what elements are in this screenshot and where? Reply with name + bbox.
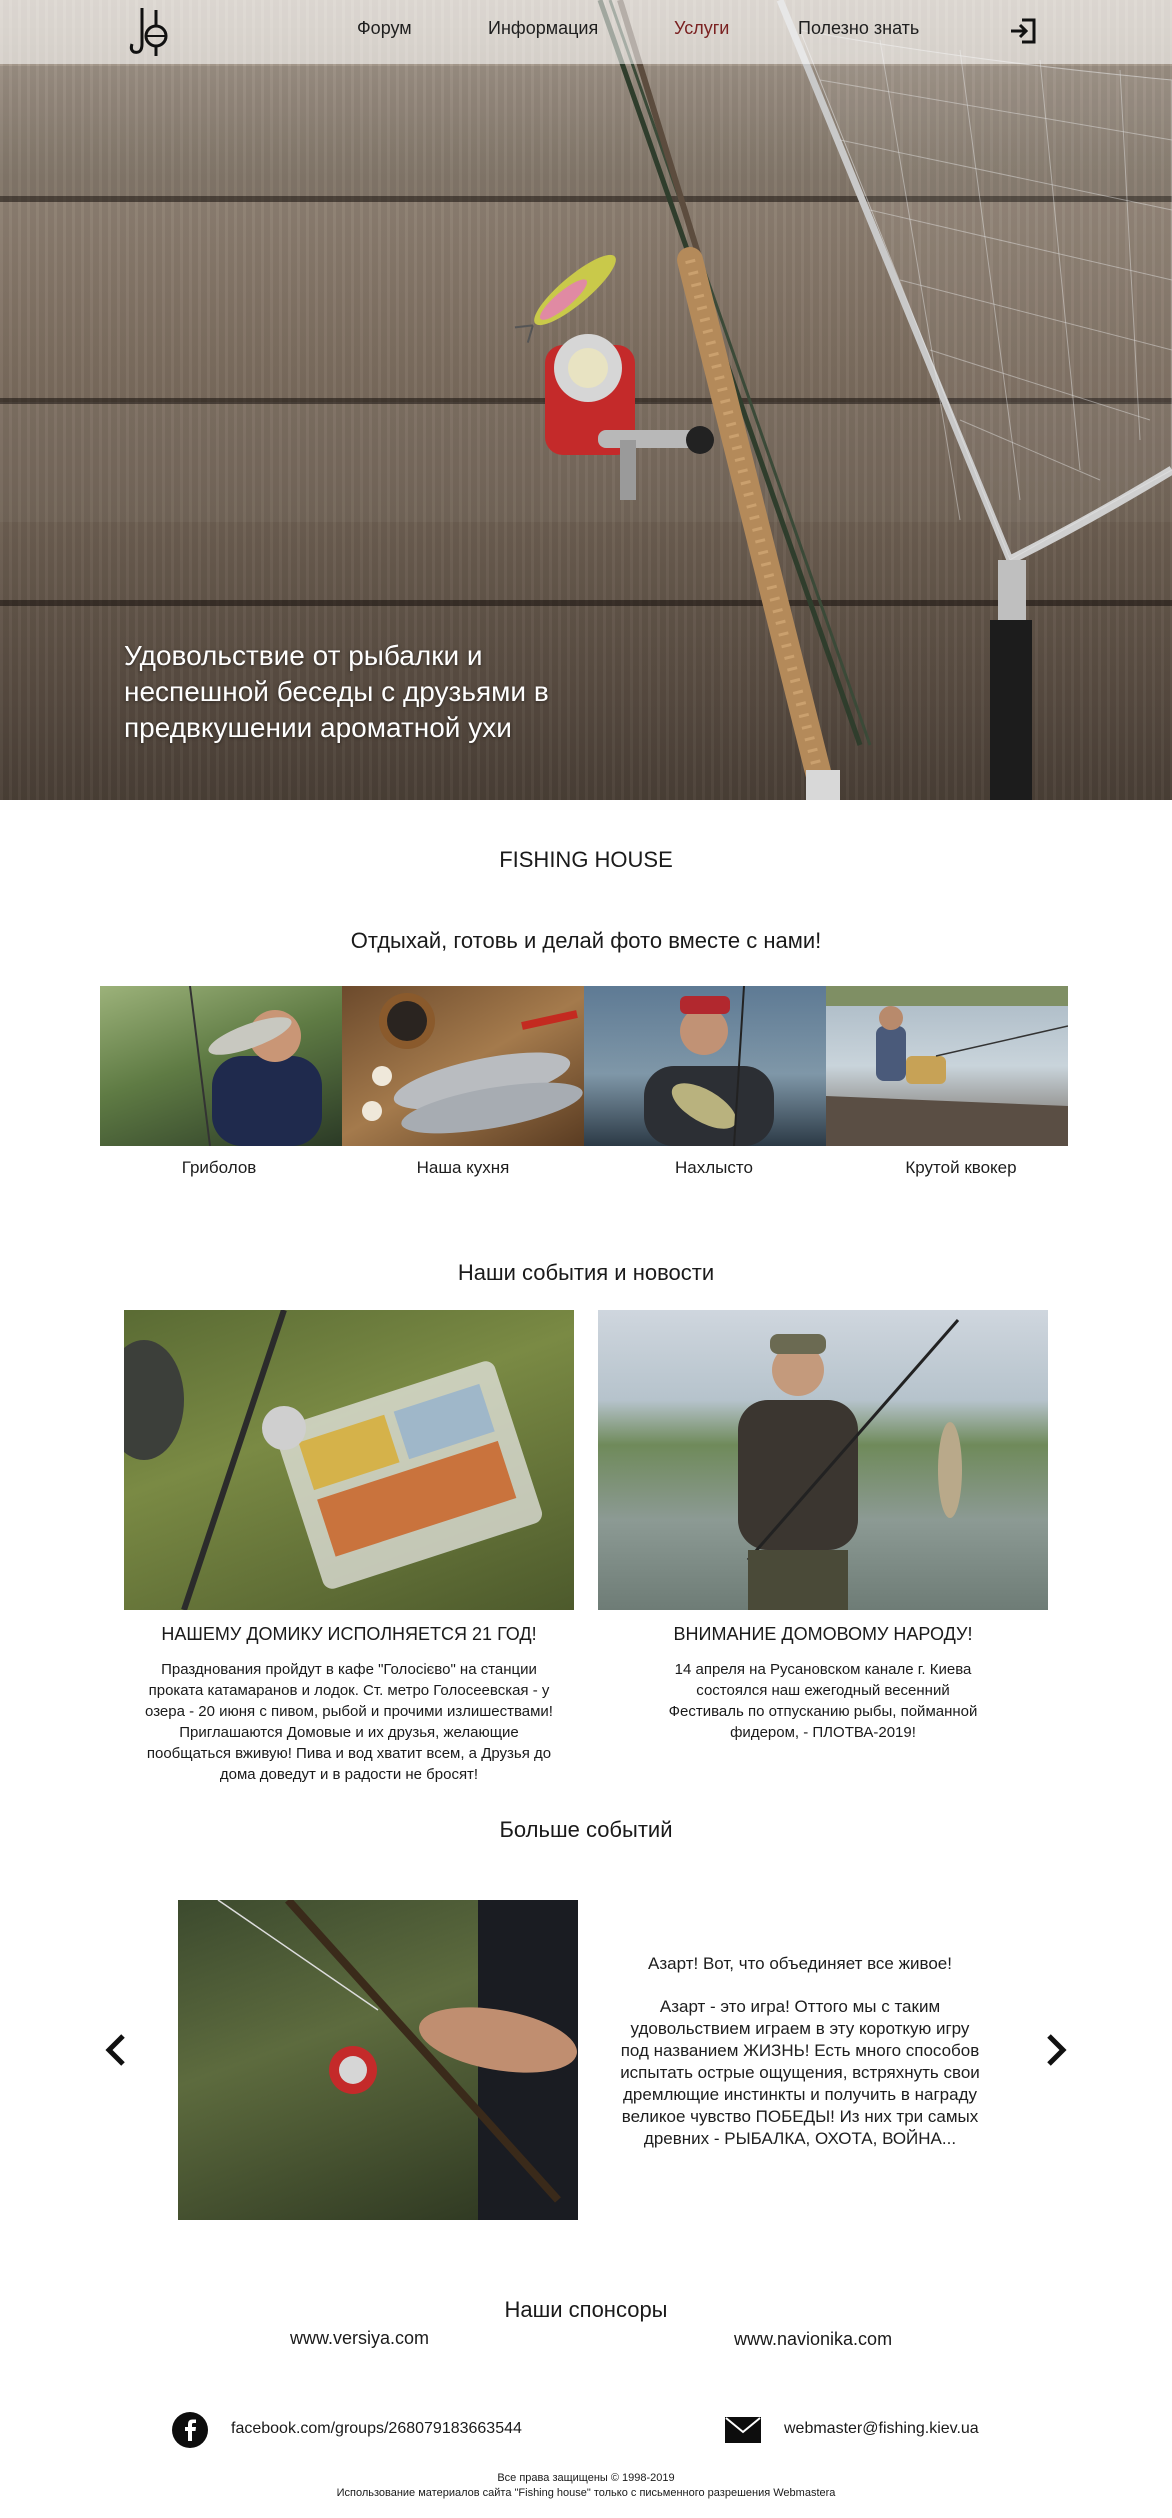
news-text-anniversary: Празднования пройдут в кафе "Голосієво" … — [124, 1659, 574, 1785]
carousel-text-line: древних - РЫБАЛКА, ОХОТА, ВОЙНА... — [643, 2129, 957, 2148]
categories-heading: Отдыхай, готовь и делай фото вместе с на… — [350, 928, 822, 953]
carousel-text-line: великое чувство ПОБЕДЫ! Из них три самых — [621, 2107, 979, 2126]
nav-services[interactable]: Услуги — [674, 18, 729, 39]
chevron-right-icon[interactable] — [1041, 2032, 1071, 2068]
reel — [545, 334, 714, 500]
news-text-line: пообщаться вживую! Пива и вод хватит все… — [146, 1745, 552, 1762]
more-events-heading: Больше событий — [499, 1817, 673, 1842]
category-photo-pier[interactable] — [826, 986, 1068, 1146]
site-title: FISHING HOUSE — [499, 847, 673, 872]
category-label-gribolov[interactable]: Гриболов — [98, 1158, 340, 1178]
news-text-attention: 14 апреля на Русановском канале г. Киева… — [598, 1659, 1048, 1743]
envelope-icon[interactable] — [725, 2417, 761, 2443]
category-label-quaker[interactable]: Крутой квокер — [840, 1158, 1082, 1178]
tagline-line: неспешной беседы с друзьями в — [124, 676, 549, 707]
news-text-line: Приглашаются Домовые и их друзья, желающ… — [179, 1724, 519, 1741]
sponsors-heading: Наши спонсоры — [504, 2297, 668, 2322]
news-text-line: 14 апреля на Русановском канале г. Киева — [674, 1661, 972, 1678]
hero-tagline: Удовольствие от рыбалки и неспешной бесе… — [124, 638, 724, 746]
hero-banner: Форум Информация Услуги Полезно знать Уд… — [0, 0, 1172, 800]
chevron-left-icon[interactable] — [101, 2032, 131, 2068]
carousel-text-line: Азарт - это игра! Оттого мы с таким — [659, 1997, 941, 2016]
news-text-line: Празднования пройдут в кафе "Голосієво" … — [161, 1661, 537, 1678]
news-title-attention: ВНИМАНИЕ ДОМОВОМУ НАРОДУ! — [673, 1624, 973, 1644]
news-heading: Наши события и новости — [457, 1260, 715, 1285]
facebook-link[interactable]: facebook.com/groups/268079183663544 — [231, 2420, 522, 2438]
news-text-line: дома доведут и в радости не бросят! — [219, 1766, 479, 1783]
news-title-anniversary: НАШЕМУ ДОМИКУ ИСПОЛНЯЕТСЯ 21 ГОД! — [161, 1624, 537, 1644]
carousel-text-line: удовольствием играем в эту короткую игру — [630, 2019, 970, 2038]
news-text-line: Фестиваль по отпусканию рыбы, пойманной — [668, 1703, 978, 1720]
carousel-photo — [178, 1900, 578, 2220]
email-link[interactable]: webmaster@fishing.kiev.ua — [784, 2420, 979, 2438]
facebook-icon[interactable] — [172, 2412, 208, 2448]
tagline-line: Удовольствие от рыбалки и — [124, 640, 483, 671]
nav-useful-to-know[interactable]: Полезно знать — [798, 18, 919, 39]
news-text-line: проката катамаранов и лодок. Ст. метро Г… — [148, 1682, 550, 1699]
carousel-heading: Азарт! Вот, что объединяет все живое! — [648, 1954, 952, 1973]
lure — [514, 254, 616, 343]
fishing-hook-logo[interactable] — [128, 4, 174, 60]
usage-notice: Использование материалов сайта "Fishing … — [336, 2487, 836, 2499]
nav-information[interactable]: Информация — [488, 18, 598, 39]
sponsor-link-navionika[interactable]: www.navionika.com — [734, 2329, 892, 2350]
sign-in-icon[interactable] — [1008, 16, 1038, 46]
category-photo-kitchen[interactable] — [342, 986, 584, 1146]
copyright-text: Все права защищены © 1998-2019 — [497, 2472, 675, 2484]
news-text-line: состоялся наш ежегодный весенний — [696, 1682, 950, 1699]
news-text-line: фидером, - ПЛОТВА-2019! — [730, 1724, 916, 1741]
carousel-text-line: дремлющие инстинкты и получить в награду — [622, 2085, 978, 2104]
category-photo-angler[interactable] — [100, 986, 342, 1146]
nav-forum[interactable]: Форум — [357, 18, 412, 39]
news-photo-tackle-box — [124, 1310, 574, 1610]
sponsor-link-versiya[interactable]: www.versiya.com — [290, 2328, 429, 2349]
news-text-line: озера - 20 июня с пивом, рыбой и прочими… — [145, 1703, 553, 1720]
news-photo-angler-catch — [598, 1310, 1048, 1610]
carousel-text-line: испытать острые ощущения, встряхнуть сво… — [620, 2063, 980, 2082]
top-navigation: Форум Информация Услуги Полезно знать — [0, 0, 1172, 64]
tagline-line: предвкушении ароматной ухи — [124, 712, 512, 743]
carousel-text: Азарт - это игра! Оттого мы с таким удов… — [600, 1996, 1000, 2150]
carousel-text-line: под названием ЖИЗНЬ! Есть много способов — [620, 2041, 980, 2060]
category-label-fly-fishing[interactable]: Нахлысто — [593, 1158, 835, 1178]
category-photo-fly-fishing[interactable] — [584, 986, 826, 1146]
category-label-kitchen[interactable]: Наша кухня — [342, 1158, 584, 1178]
